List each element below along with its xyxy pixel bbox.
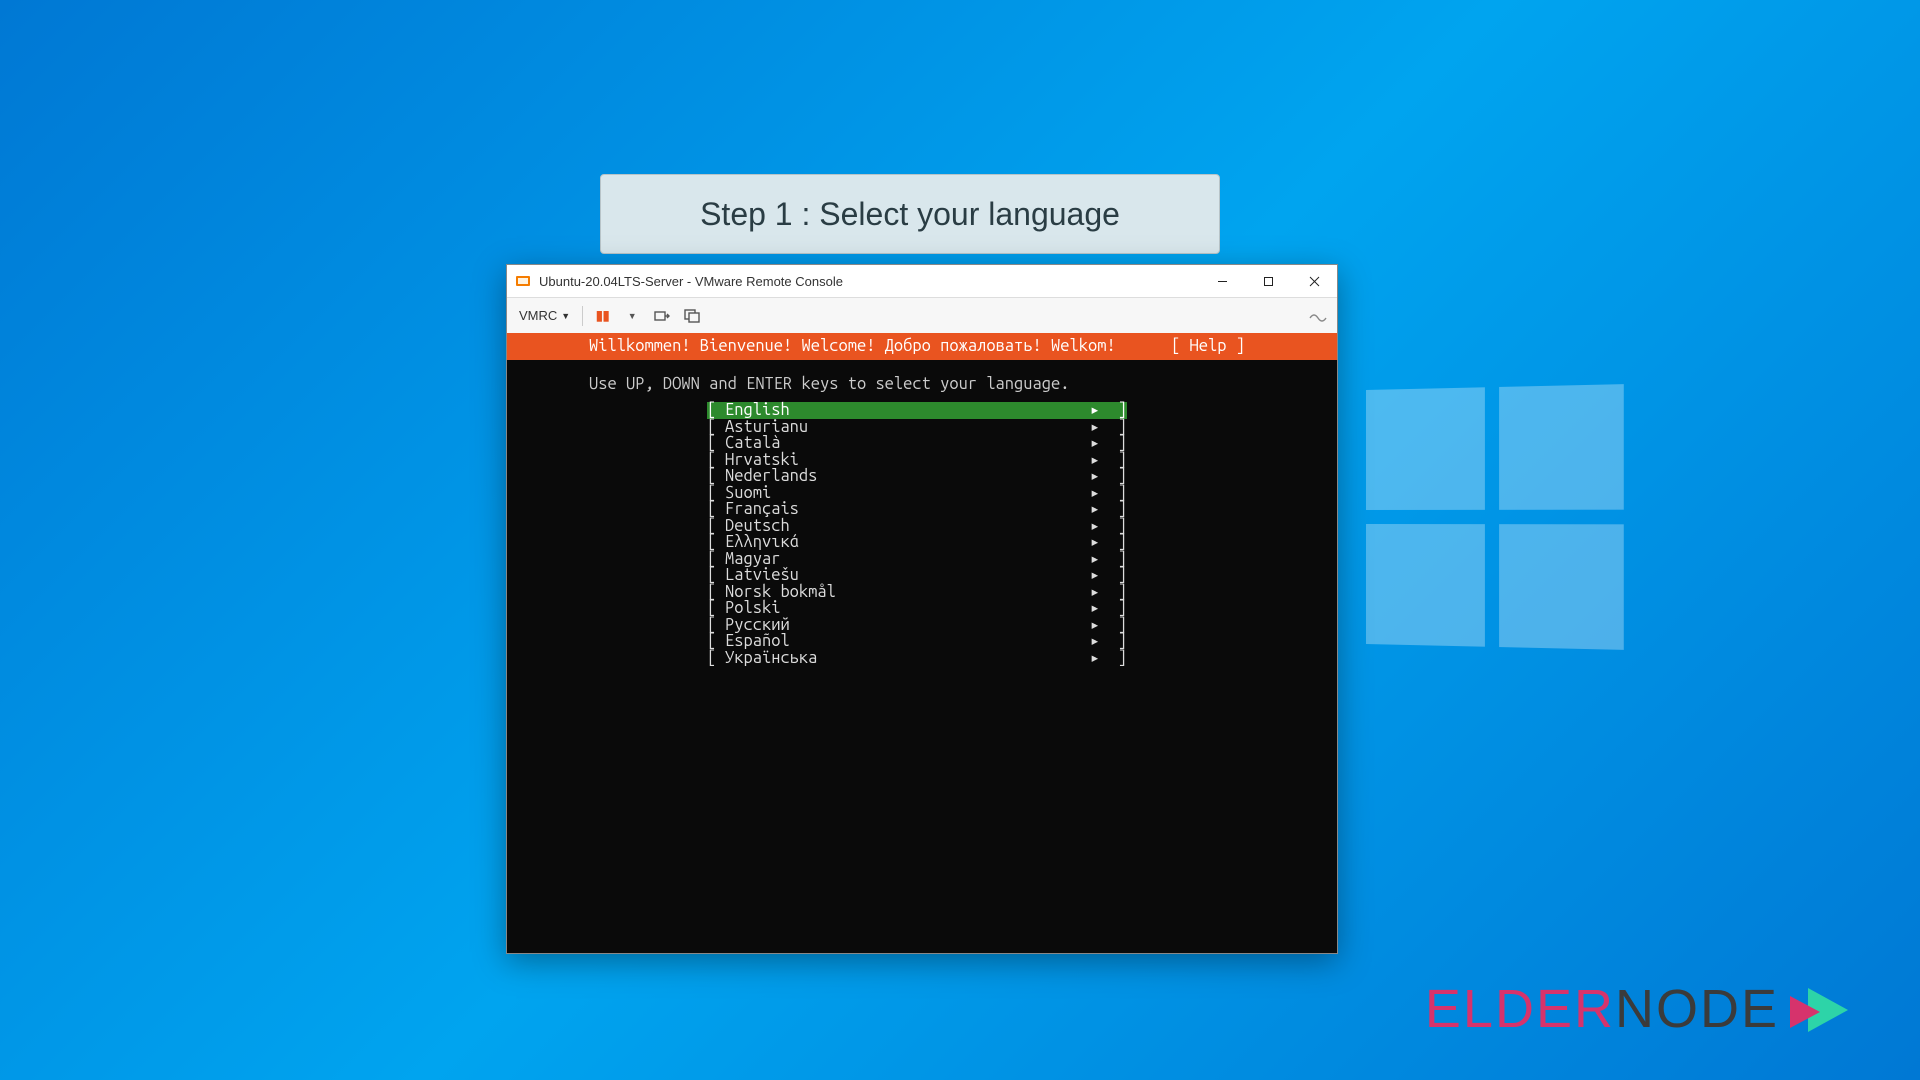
language-option[interactable]: [ Hrvatski▸ ] — [707, 452, 1127, 469]
language-name: Українська — [725, 650, 1090, 667]
language-name: Ελληνικά — [725, 534, 1090, 551]
window-title: Ubuntu-20.04LTS-Server - VMware Remote C… — [539, 274, 1199, 289]
power-menu-button[interactable]: ▼ — [621, 305, 643, 327]
language-option[interactable]: [ Norsk bokmål▸ ] — [707, 584, 1127, 601]
installer-header: Willkommen! Bienvenue! Welcome! Добро по… — [507, 333, 1337, 360]
language-option[interactable]: [ Español▸ ] — [707, 633, 1127, 650]
window-titlebar[interactable]: Ubuntu-20.04LTS-Server - VMware Remote C… — [507, 265, 1337, 297]
language-option[interactable]: [ Français▸ ] — [707, 501, 1127, 518]
vmrc-menu-button[interactable]: VMRC ▼ — [515, 306, 574, 325]
vmrc-toolbar: VMRC ▼ ▮▮ ▼ — [507, 297, 1337, 333]
help-link[interactable]: [ Help ] — [1171, 338, 1337, 355]
language-option[interactable]: [ Latviešu▸ ] — [707, 567, 1127, 584]
language-name: Polski — [725, 600, 1090, 617]
language-option[interactable]: [ Polski▸ ] — [707, 600, 1127, 617]
language-option[interactable]: [ Nederlands▸ ] — [707, 468, 1127, 485]
console-screen[interactable]: Willkommen! Bienvenue! Welcome! Добро по… — [507, 333, 1337, 953]
language-name: Latviešu — [725, 567, 1090, 584]
minimize-button[interactable] — [1199, 265, 1245, 297]
language-option[interactable]: [ Català▸ ] — [707, 435, 1127, 452]
toolbar-separator — [582, 306, 583, 326]
instruction-text: Use UP, DOWN and ENTER keys to select yo… — [507, 360, 1337, 403]
close-button[interactable] — [1291, 265, 1337, 297]
fullscreen-button[interactable] — [681, 305, 703, 327]
chevron-down-icon: ▼ — [628, 311, 637, 321]
language-option[interactable]: [ Русский▸ ] — [707, 617, 1127, 634]
send-cad-button[interactable] — [651, 305, 673, 327]
maximize-button[interactable] — [1245, 265, 1291, 297]
step-caption: Step 1 : Select your language — [600, 174, 1220, 254]
welcome-text: Willkommen! Bienvenue! Welcome! Добро по… — [507, 338, 1171, 355]
language-name: Español — [725, 633, 1090, 650]
chevron-down-icon: ▼ — [561, 311, 570, 321]
language-name: Nederlands — [725, 468, 1090, 485]
vmrc-app-icon — [515, 273, 531, 289]
play-icon — [1790, 988, 1860, 1038]
language-list[interactable]: [ English▸ ][ Asturianu▸ ][ Català▸ ][ H… — [507, 402, 1337, 666]
language-option[interactable]: [ Deutsch▸ ] — [707, 518, 1127, 535]
language-name: Català — [725, 435, 1090, 452]
language-option[interactable]: [ English▸ ] — [707, 402, 1127, 419]
connection-icon[interactable] — [1307, 305, 1329, 327]
language-name: Magyar — [725, 551, 1090, 568]
language-name: Français — [725, 501, 1090, 518]
language-option[interactable]: [ Magyar▸ ] — [707, 551, 1127, 568]
windows-logo — [1366, 384, 1624, 650]
language-name: Suomi — [725, 485, 1090, 502]
language-option[interactable]: [ Ελληνικά▸ ] — [707, 534, 1127, 551]
language-option[interactable]: [ Українська▸ ] — [707, 650, 1127, 667]
pause-button[interactable]: ▮▮ — [591, 305, 613, 327]
language-name: English — [725, 402, 1090, 419]
language-name: Deutsch — [725, 518, 1090, 535]
language-name: Asturianu — [725, 419, 1090, 436]
language-name: Hrvatski — [725, 452, 1090, 469]
vmrc-window: Ubuntu-20.04LTS-Server - VMware Remote C… — [506, 264, 1338, 954]
language-option[interactable]: [ Asturianu▸ ] — [707, 419, 1127, 436]
language-name: Norsk bokmål — [725, 584, 1090, 601]
language-option[interactable]: [ Suomi▸ ] — [707, 485, 1127, 502]
language-name: Русский — [725, 617, 1090, 634]
eldernode-watermark: ElderNode — [1425, 978, 1860, 1040]
